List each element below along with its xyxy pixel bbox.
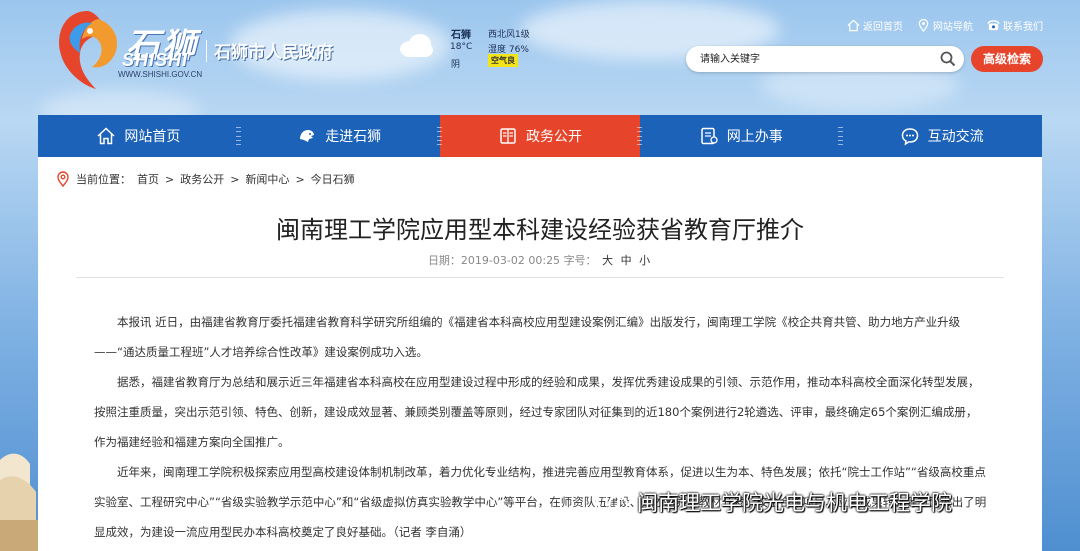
nav-item-interaction-label: 互动交流 [927, 129, 984, 145]
font-size-large[interactable]: 大 [602, 254, 613, 267]
toplink-sitemap-label: 网站导航 [933, 22, 973, 33]
article-date: 日期：2019-03-02 00:25 [427, 254, 561, 267]
home-icon [97, 127, 115, 145]
nav-separator [838, 127, 844, 145]
home-icon [847, 19, 860, 32]
location-icon [918, 19, 929, 32]
article-title: 闽南理工学院应用型本科建设经验获省教育厅推介 [276, 216, 804, 244]
watermark: 闽南理工学院光电与机电工程学院 [595, 487, 952, 517]
brand-url: WWW.SHISHI.GOV.CN [118, 70, 203, 79]
font-size-medium[interactable]: 中 [621, 254, 632, 267]
title-divider [76, 277, 1004, 278]
toplink-sitemap[interactable]: 网站导航 [917, 18, 973, 33]
brand-divider [206, 40, 207, 62]
main-nav: 网站首页 走进石狮 政务公开 网上办事 互动交流 [38, 115, 1042, 157]
phone-icon [987, 20, 1000, 31]
font-size-small[interactable]: 小 [639, 254, 650, 267]
weather-wind: 西北风1级 [488, 30, 530, 40]
air-quality-badge: 空气良 [488, 54, 518, 67]
wechat-icon [596, 491, 628, 513]
breadcrumb-news-center[interactable]: 新闻中心 [245, 171, 289, 187]
breadcrumb-today-shishi[interactable]: 今日石狮 [311, 171, 355, 187]
watermark-text: 闽南理工学院光电与机电工程学院 [637, 491, 952, 515]
search-icon[interactable] [940, 51, 956, 67]
nav-item-about-label: 走进石狮 [325, 129, 382, 145]
nav-item-online-service[interactable]: 网上办事 [637, 115, 844, 157]
toplink-home[interactable]: 返回首页 [847, 18, 903, 33]
search-input[interactable] [700, 50, 930, 68]
document-icon [500, 128, 516, 144]
toplink-home-label: 返回首页 [863, 22, 903, 33]
font-size-label: 字号： [563, 254, 597, 267]
breadcrumb-gov-affairs[interactable]: 政务公开 [180, 171, 224, 187]
nav-item-interaction[interactable]: 互动交流 [841, 115, 1042, 157]
breadcrumb: 当前位置： 首页 > 政务公开 > 新闻中心 > 今日石狮 [56, 171, 355, 187]
nav-separator [637, 127, 643, 145]
breadcrumb-separator: > [165, 172, 175, 186]
article-paragraph: 本报讯 近日，由福建省教育厅委托福建省教育科学研究所组编的《福建省本科高校应用型… [94, 315, 961, 359]
weather-city: 石狮 [451, 30, 471, 41]
toplink-contact-label: 联系我们 [1003, 22, 1043, 33]
nav-item-home[interactable]: 网站首页 [38, 115, 242, 157]
shishi-logo-icon[interactable] [52, 5, 124, 93]
article-meta: 日期：2019-03-02 00:25 字号： 大 中 小 [38, 252, 1042, 268]
nav-item-home-label: 网站首页 [124, 129, 181, 145]
search-box [686, 46, 964, 72]
nav-separator [436, 127, 443, 145]
government-name: 石狮市人民政府 [214, 43, 333, 63]
nav-item-gov-affairs-label: 政务公开 [525, 129, 582, 145]
breadcrumb-separator: > [230, 172, 240, 186]
toplink-contact[interactable]: 联系我们 [987, 18, 1043, 33]
landmark-decoration [0, 453, 38, 551]
article-paragraph: 据悉，福建省教育厅为总结和展示近三年福建省本科高校在应用型建设过程中形成的经验和… [94, 375, 980, 449]
lion-icon [300, 130, 315, 142]
nav-item-about[interactable]: 走进石狮 [239, 115, 443, 157]
site-header: 石狮 SHISHI WWW.SHISHI.GOV.CN 石狮市人民政府 石狮 1… [0, 0, 1080, 115]
breadcrumb-separator: > [295, 172, 305, 186]
advanced-search-button[interactable]: 高级检索 [971, 46, 1043, 72]
cloud-icon [400, 34, 433, 57]
location-pin-icon [57, 171, 69, 187]
brand-name-en: SHISHI [122, 50, 189, 70]
breadcrumb-home[interactable]: 首页 [137, 171, 159, 187]
weather-temperature: 18°C [450, 42, 473, 52]
service-icon [701, 127, 718, 145]
top-links: 返回首页 网站导航 联系我们 [847, 18, 1043, 33]
nav-item-online-service-label: 网上办事 [726, 129, 783, 145]
nav-item-gov-affairs[interactable]: 政务公开 [439, 115, 641, 157]
weather-condition: 阴 [451, 60, 461, 70]
chat-icon [901, 128, 918, 146]
nav-separator [235, 127, 242, 145]
breadcrumb-prefix: 当前位置： [76, 173, 131, 186]
